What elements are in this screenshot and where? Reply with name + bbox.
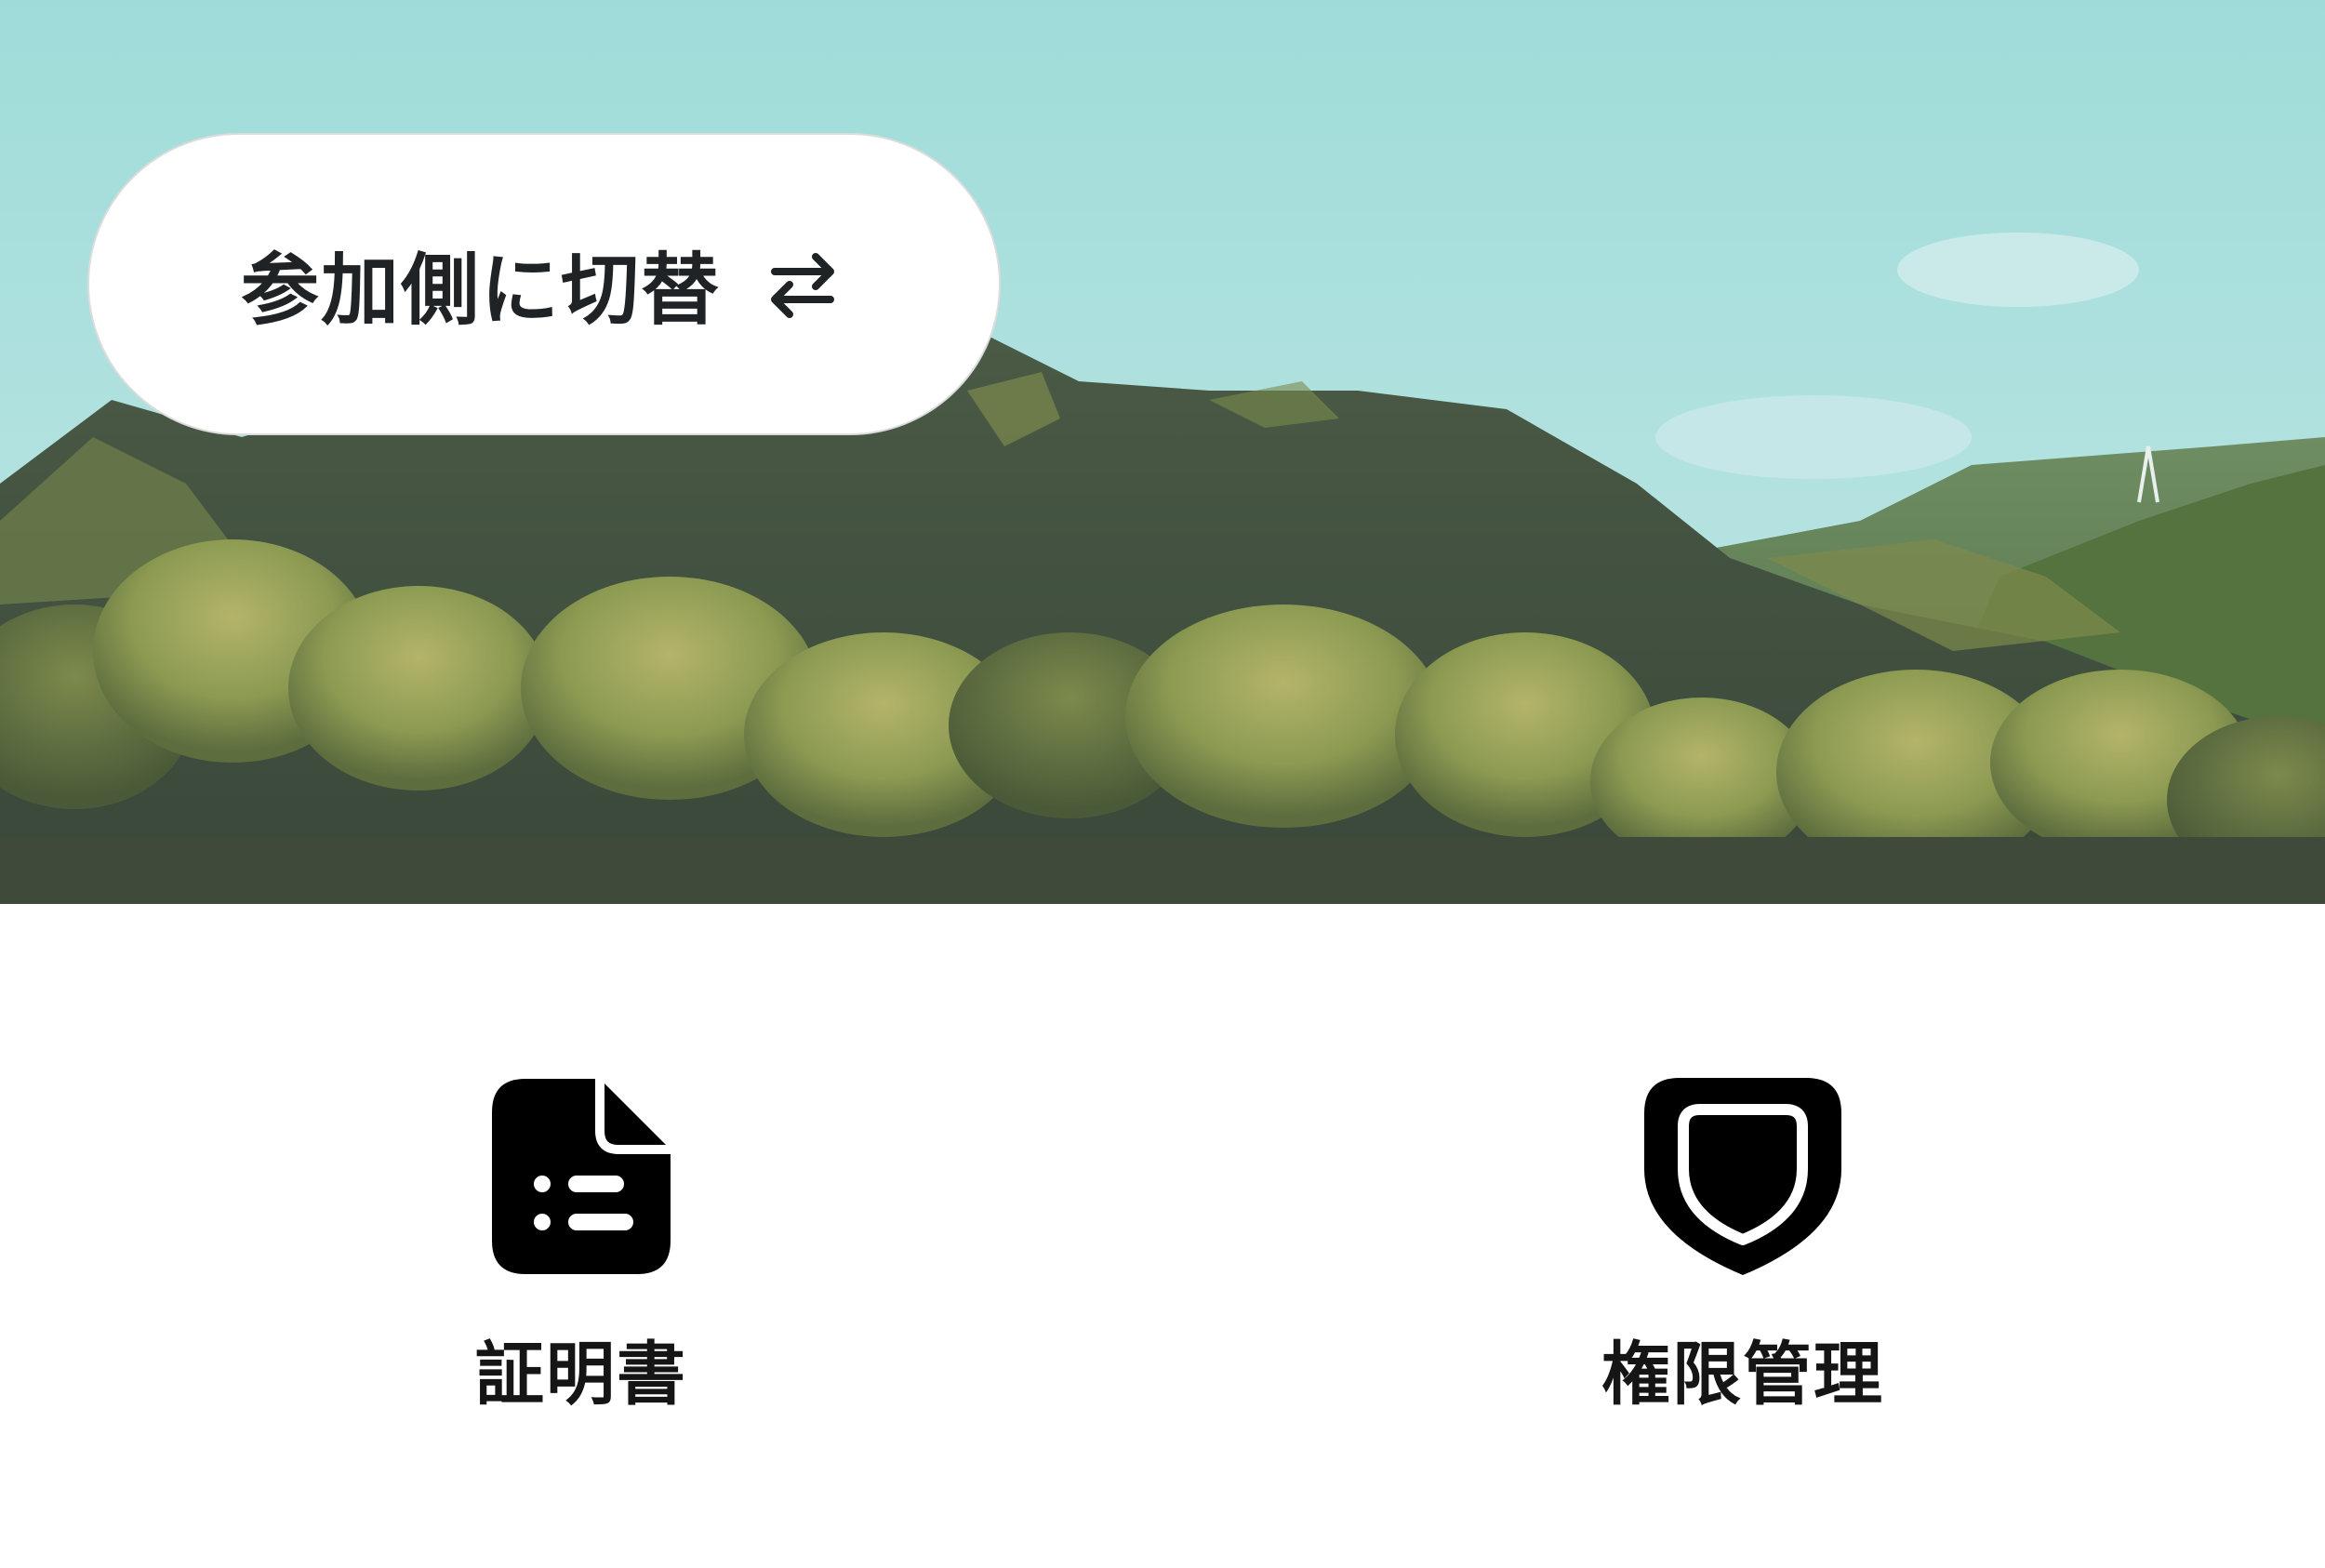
menu-item-label: 権限管理 xyxy=(1601,1335,1884,1415)
menu-item-permission-management[interactable]: 権限管理 xyxy=(1548,1070,1938,1423)
swap-arrows-icon xyxy=(771,252,834,318)
hero-banner: 参加側に切替 xyxy=(0,0,2325,904)
menu-item-label: 証明書 xyxy=(475,1335,687,1415)
switch-button-label: 参加側に切替 xyxy=(240,245,721,336)
shield-icon xyxy=(1641,1070,1845,1283)
menu-item-certificate[interactable]: 証明書 xyxy=(386,1070,777,1423)
switch-to-participant-button[interactable]: 参加側に切替 xyxy=(87,133,1001,435)
app-screen: 参加側に切替 証明書 権限管理 xyxy=(0,0,2325,1568)
document-icon xyxy=(479,1070,684,1283)
